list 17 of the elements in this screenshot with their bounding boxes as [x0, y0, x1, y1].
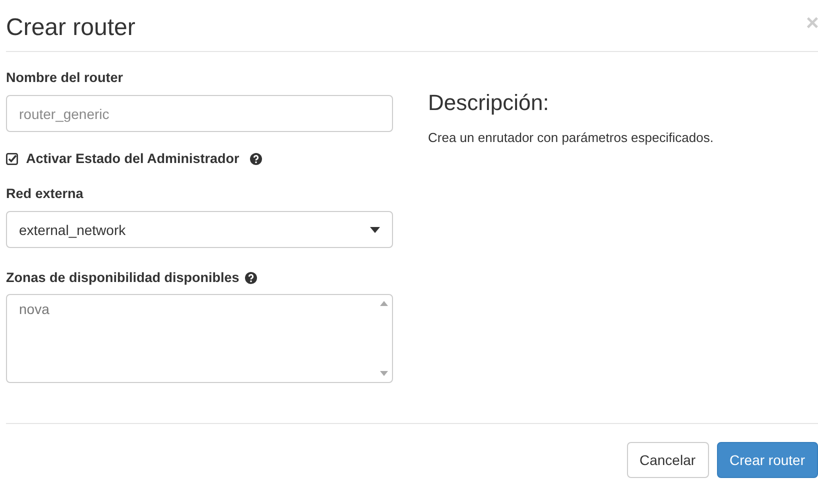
description-heading: Descripción:: [428, 90, 550, 116]
help-icon[interactable]: [250, 152, 262, 164]
zones-listbox[interactable]: nova: [6, 294, 393, 383]
help-icon[interactable]: [245, 272, 258, 284]
field-label: Nombre del router: [6, 70, 124, 85]
checkbox-label: Activar Estado del Administrador: [26, 151, 240, 166]
cancel-button[interactable]: Cancelar: [626, 442, 709, 478]
network-select[interactable]: external_network: [6, 211, 393, 248]
description-text: Crea un enrutador con parámetros especificados.: [428, 130, 714, 145]
field-label: Zonas de disponibilidad disponibles: [6, 270, 240, 285]
zone-option[interactable]: nova: [19, 301, 50, 317]
dialog-title: Crear router: [6, 14, 136, 42]
create-router-button[interactable]: Crear router: [716, 442, 818, 478]
router-name-field[interactable]: router_generic: [6, 95, 393, 132]
caret-icon: [370, 226, 380, 232]
field-label: Red externa: [6, 186, 84, 201]
checkbox[interactable]: [6, 152, 18, 164]
